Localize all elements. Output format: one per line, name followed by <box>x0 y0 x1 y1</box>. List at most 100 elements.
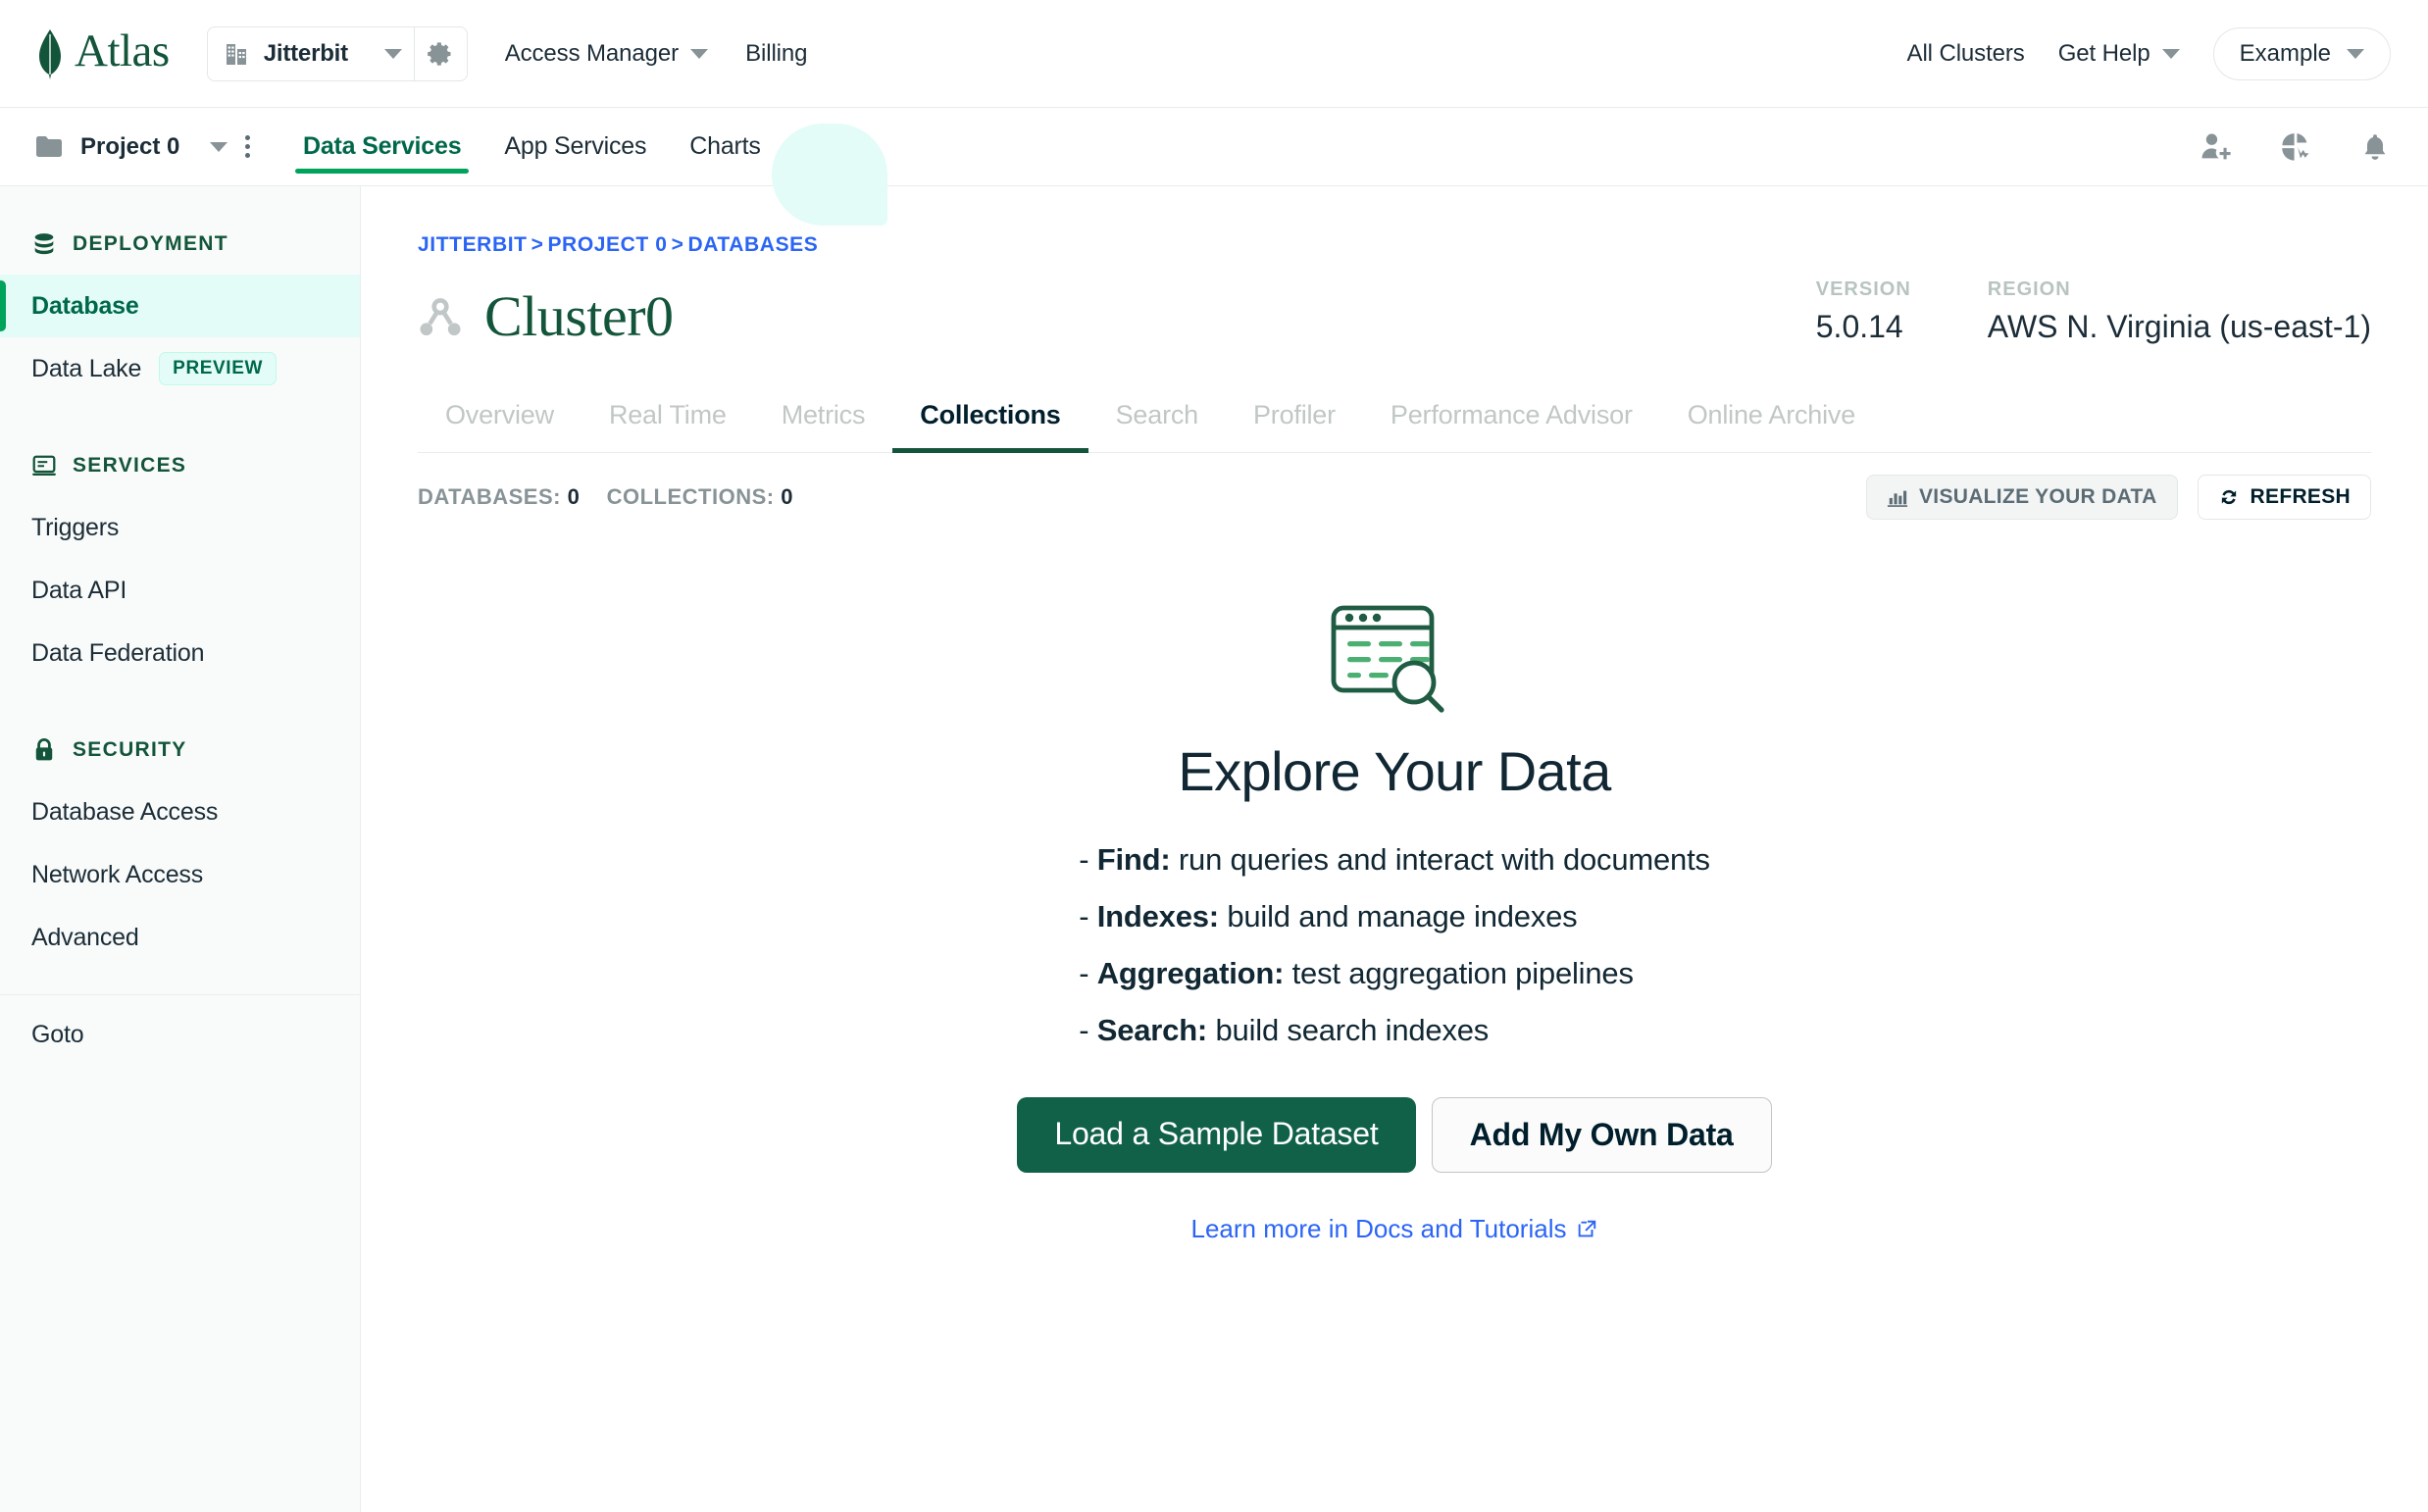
project-tab-app-services-label: App Services <box>504 132 647 160</box>
main-content: JITTERBIT > PROJECT 0 > DATABASES Cluster0 V… <box>361 186 2428 1512</box>
collections-toolbar: DATABASES: 0 COLLECTIONS: 0 VISUALIZE YO… <box>418 475 2371 520</box>
project-tab-data-services[interactable]: Data Services <box>281 108 482 185</box>
explore-data-illustration <box>1331 605 1444 713</box>
sidebar-item-data-lake[interactable]: Data Lake PREVIEW <box>0 337 360 400</box>
add-my-own-data-button[interactable]: Add My Own Data <box>1431 1097 1772 1173</box>
refresh-label: REFRESH <box>2250 485 2351 508</box>
project-tab-charts[interactable]: Charts <box>668 108 782 185</box>
gear-icon <box>428 41 451 66</box>
tab-overview[interactable]: Overview <box>418 390 582 452</box>
sidebar-group-security: SECURITY <box>0 720 360 781</box>
bullet-dash: - <box>1079 956 1089 990</box>
project-navigation-bar: Project 0 Data Services App Services Cha… <box>0 108 2428 226</box>
top-nav-right-group: All Clusters Get Help Example <box>1907 26 2391 80</box>
hover-highlight-blob <box>772 124 887 226</box>
tab-overview-label: Overview <box>445 400 554 429</box>
activity-feed-icon[interactable] <box>2279 130 2312 164</box>
docs-tutorials-link[interactable]: Learn more in Docs and Tutorials <box>1191 1214 1598 1244</box>
sidebar-item-database-access[interactable]: Database Access <box>0 781 360 843</box>
tab-real-time[interactable]: Real Time <box>582 390 754 452</box>
breadcrumb-item-project[interactable]: PROJECT 0 <box>547 233 667 256</box>
chevron-down-icon <box>210 141 228 152</box>
docs-tutorials-label: Learn more in Docs and Tutorials <box>1190 1214 1567 1243</box>
org-name-label: Jitterbit <box>263 39 348 67</box>
region-label: REGION <box>1987 278 2071 300</box>
cluster-version: VERSION 5.0.14 <box>1816 278 1911 345</box>
nav-link-billing[interactable]: Billing <box>745 40 807 68</box>
sidebar-group-deployment-label: DEPLOYMENT <box>73 232 228 255</box>
bullet-dash: - <box>1079 842 1089 877</box>
top-navigation-bar: Atlas Jitterbit Access Manager Billing A… <box>0 0 2428 108</box>
visualize-your-data-button[interactable]: VISUALIZE YOUR DATA <box>1866 475 2178 520</box>
all-clusters-link[interactable]: All Clusters <box>1907 40 2025 68</box>
mongodb-leaf-icon <box>39 28 61 79</box>
bullet-dash: - <box>1079 899 1089 933</box>
tab-performance-advisor[interactable]: Performance Advisor <box>1363 390 1660 452</box>
database-collection-counts: DATABASES: 0 COLLECTIONS: 0 <box>418 484 793 510</box>
page-body: DEPLOYMENT Database Data Lake PREVIEW SE… <box>0 186 2428 1512</box>
sidebar-item-data-federation[interactable]: Data Federation <box>0 622 360 684</box>
databases-count-label: DATABASES: <box>418 484 561 509</box>
tab-search[interactable]: Search <box>1088 390 1226 452</box>
bullet-indexes-desc: build and manage indexes <box>1227 899 1578 933</box>
sidebar-item-database-access-label: Database Access <box>31 797 219 826</box>
org-selector-main[interactable]: Jitterbit <box>208 27 414 80</box>
bullet-dash: - <box>1079 1013 1089 1047</box>
sidebar-item-triggers-label: Triggers <box>31 513 120 541</box>
refresh-button[interactable]: REFRESH <box>2197 475 2371 520</box>
atlas-brand[interactable]: Atlas <box>35 28 170 79</box>
bullet-indexes: - Indexes: build and manage indexes <box>1079 899 1710 934</box>
sidebar-item-database[interactable]: Database <box>0 275 360 337</box>
project-tab-data-services-label: Data Services <box>303 132 462 160</box>
refresh-icon <box>2221 489 2236 505</box>
tab-online-archive[interactable]: Online Archive <box>1660 390 1883 452</box>
org-settings-button[interactable] <box>413 26 467 80</box>
version-value: 5.0.14 <box>1815 309 1903 344</box>
sidebar-item-network-access[interactable]: Network Access <box>0 843 360 906</box>
empty-state-bullets: - Find: run queries and interact with do… <box>1079 842 1710 1070</box>
databases-count-value: 0 <box>567 484 581 509</box>
bullet-find: - Find: run queries and interact with do… <box>1079 842 1710 878</box>
project-selector[interactable]: Project 0 <box>35 133 228 161</box>
collections-count-value: 0 <box>781 484 793 509</box>
breadcrumb-item-jitterbit[interactable]: JITTERBIT <box>418 233 528 256</box>
get-help-label: Get Help <box>2057 39 2150 67</box>
version-label: VERSION <box>1815 278 1911 300</box>
empty-state-actions: Load a Sample Dataset Add My Own Data <box>1017 1097 1772 1173</box>
load-sample-dataset-button[interactable]: Load a Sample Dataset <box>1017 1097 1416 1173</box>
chevron-down-icon <box>690 48 709 59</box>
sidebar-item-goto[interactable]: Goto <box>0 1003 360 1066</box>
breadcrumb-item-databases[interactable]: DATABASES <box>687 233 818 256</box>
tab-performance-advisor-label: Performance Advisor <box>1390 400 1633 429</box>
sidebar-item-triggers[interactable]: Triggers <box>0 496 360 559</box>
nav-link-billing-label: Billing <box>745 39 808 67</box>
sidebar-item-data-api[interactable]: Data API <box>0 559 360 622</box>
kebab-dot <box>245 135 250 140</box>
sidebar-item-data-federation-label: Data Federation <box>31 638 205 667</box>
sidebar-item-database-label: Database <box>31 291 139 320</box>
get-help-menu[interactable]: Get Help <box>2058 40 2180 68</box>
sidebar-item-advanced[interactable]: Advanced <box>0 906 360 969</box>
sidebar-item-data-lake-label: Data Lake <box>31 354 142 382</box>
cluster-meta: VERSION 5.0.14 REGION AWS N. Virginia (u… <box>1816 278 2371 345</box>
invite-user-icon[interactable] <box>2199 130 2232 164</box>
nav-link-access-manager[interactable]: Access Manager <box>505 40 709 68</box>
bullet-search-desc: build search indexes <box>1215 1013 1490 1047</box>
tab-collections[interactable]: Collections <box>892 390 1088 453</box>
project-tab-app-services[interactable]: App Services <box>482 108 668 185</box>
tab-profiler[interactable]: Profiler <box>1226 390 1363 452</box>
notification-bell-icon[interactable] <box>2359 130 2391 164</box>
cluster-header: Cluster0 VERSION 5.0.14 REGION AWS N. Vi… <box>418 278 2371 345</box>
project-more-menu[interactable] <box>228 135 268 158</box>
bar-chart-icon <box>1887 490 1908 507</box>
org-selector[interactable]: Jitterbit <box>206 25 468 81</box>
tab-metrics[interactable]: Metrics <box>754 390 893 452</box>
cluster-region: REGION AWS N. Virginia (us-east-1) <box>1988 278 2371 345</box>
kebab-dot <box>245 144 250 149</box>
sidebar-group-services-label: SERVICES <box>73 454 187 477</box>
account-menu[interactable]: Example <box>2212 26 2391 80</box>
project-name-label: Project 0 <box>80 132 180 160</box>
services-icon <box>32 455 56 476</box>
tab-search-label: Search <box>1115 400 1199 429</box>
